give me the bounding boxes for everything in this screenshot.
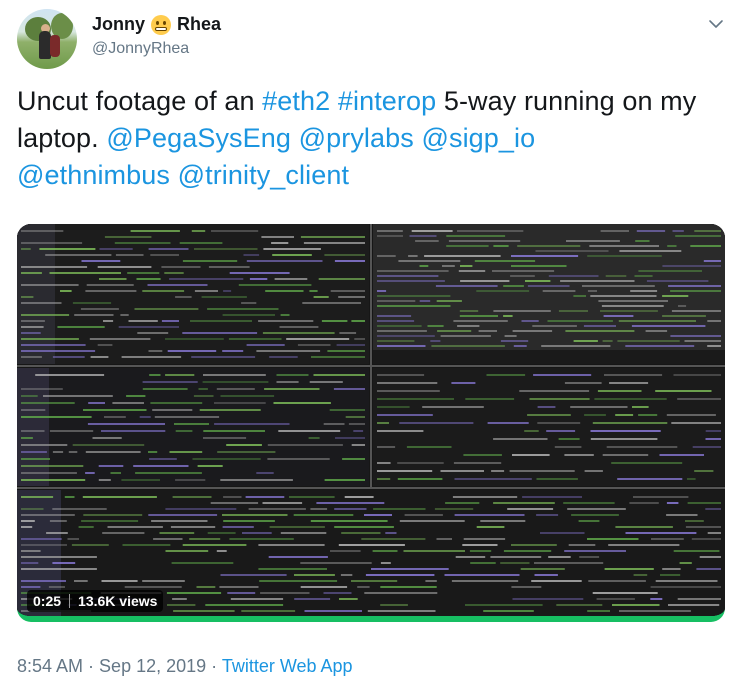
hashtag-interop[interactable]: #interop — [338, 86, 436, 116]
mention-sigp-io[interactable]: @sigp_io — [421, 123, 535, 153]
tweet-text-part — [170, 160, 178, 190]
tweet-date[interactable]: Sep 12, 2019 — [99, 656, 206, 676]
author-last-name: Rhea — [177, 14, 222, 34]
tweet-text-part — [291, 123, 299, 153]
grimacing-face-icon — [151, 14, 172, 35]
video-badge: 0:25 13.6K views — [27, 590, 164, 612]
mention-trinity-client[interactable]: @trinity_client — [178, 160, 349, 190]
mention-pegasyseng[interactable]: @PegaSysEng — [106, 123, 291, 153]
video-views: 13.6K views — [78, 593, 158, 609]
tweet-text-part: Uncut footage of an — [17, 86, 263, 116]
tweet-text: Uncut footage of an #eth2 #interop 5-way… — [17, 83, 717, 194]
author-first-name: Jonny — [92, 14, 146, 34]
chevron-down-icon[interactable] — [708, 16, 724, 32]
mention-prylabs[interactable]: @prylabs — [299, 123, 414, 153]
hashtag-eth2[interactable]: #eth2 — [262, 86, 330, 116]
author-handle[interactable]: @JonnyRhea — [92, 40, 189, 58]
tweet-meta: 8:54 AM · Sep 12, 2019 · Twitter Web App — [17, 656, 353, 676]
tweet-source[interactable]: Twitter Web App — [222, 656, 353, 676]
author-name[interactable]: Jonny Rhea — [92, 14, 221, 35]
mention-ethnimbus[interactable]: @ethnimbus — [17, 160, 170, 190]
author-avatar[interactable] — [17, 9, 77, 69]
terminal-video-frame — [17, 224, 725, 616]
video-player[interactable] — [17, 224, 725, 622]
video-duration: 0:25 — [33, 593, 62, 609]
tweet-text-part — [330, 86, 338, 116]
tweet-time[interactable]: 8:54 AM — [17, 656, 83, 676]
